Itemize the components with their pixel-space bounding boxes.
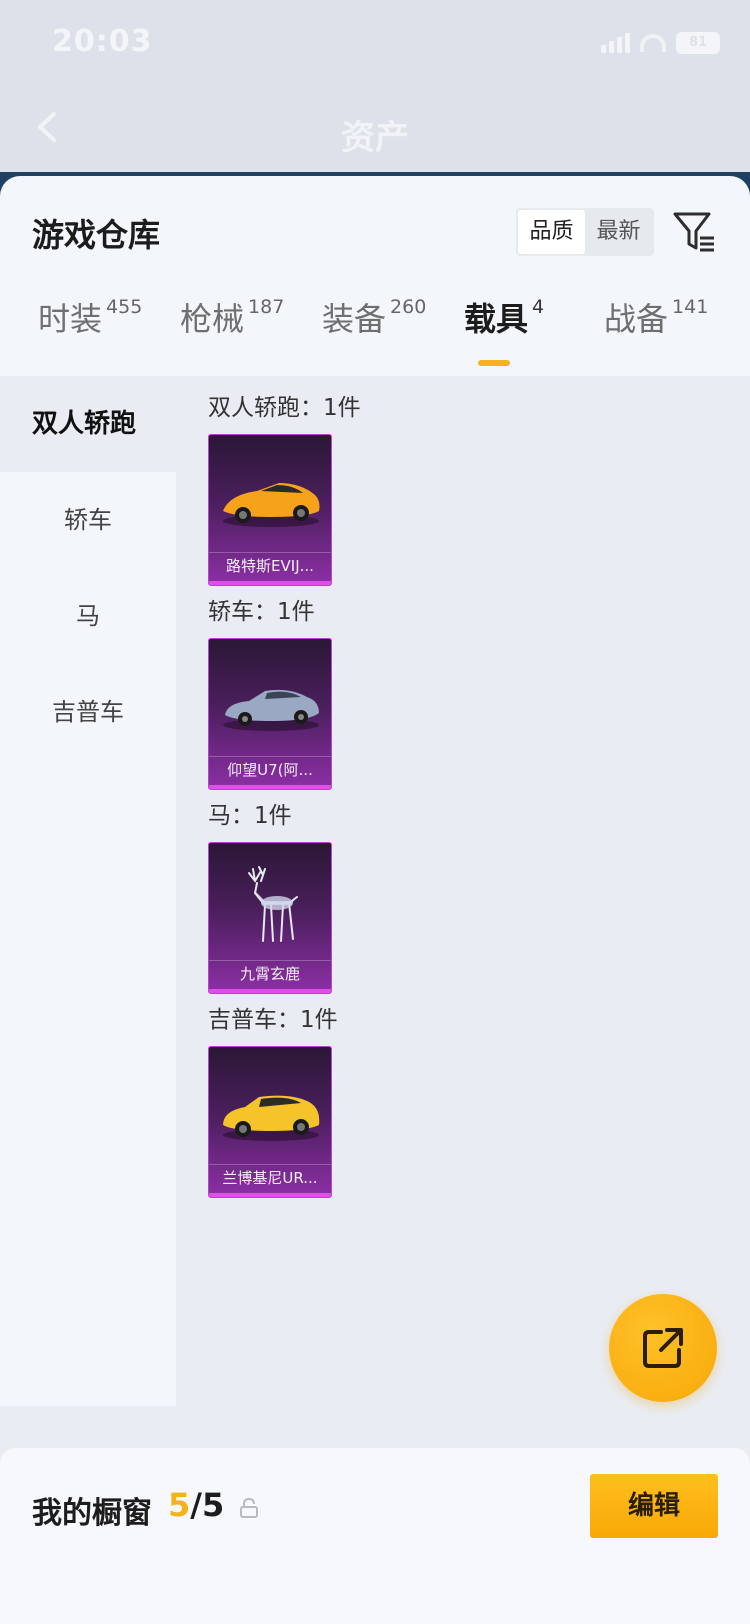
item-card[interactable]: 路特斯EVIJ... <box>208 434 332 586</box>
top-header: 20:03 81 资产 <box>0 0 750 196</box>
tab-count: 455 <box>106 296 143 318</box>
suv-icon <box>223 1095 320 1141</box>
share-icon <box>643 1328 683 1368</box>
sort-toggle: 品质 最新 <box>516 208 654 256</box>
item-card[interactable]: 仰望U7(阿... <box>208 638 332 790</box>
tab-count: 187 <box>248 296 285 318</box>
showcase-total: /5 <box>190 1486 225 1524</box>
share-button[interactable] <box>609 1294 717 1402</box>
sort-option-quality[interactable]: 品质 <box>518 210 585 254</box>
tab-fashion[interactable]: 时装 455 <box>38 294 142 340</box>
tab-vehicles[interactable]: 载具 4 <box>464 294 544 340</box>
crystal-deer-icon <box>248 866 298 942</box>
card-divider <box>209 1164 331 1165</box>
lock-icon <box>240 1498 258 1518</box>
battery-icon: 81 <box>676 32 720 54</box>
sidebar-item-horse[interactable]: 马 <box>0 568 176 664</box>
tab-equipment[interactable]: 装备 260 <box>322 294 426 340</box>
tab-count: 4 <box>532 296 545 318</box>
sedan-car-icon <box>223 689 319 731</box>
filter-icon[interactable] <box>672 210 716 254</box>
tab-label: 枪械 <box>180 300 245 338</box>
page-title: 资产 <box>341 118 409 158</box>
item-name: 兰博基尼UR... <box>222 1169 318 1187</box>
group-coupe: 双人轿跑：1件 路特斯EVIJ... <box>208 390 361 586</box>
sidebar-item-coupe[interactable]: 双人轿跑 <box>0 376 176 472</box>
item-name: 九霄玄鹿 <box>239 965 300 983</box>
sports-car-icon <box>223 483 320 527</box>
tab-label: 战备 <box>604 300 669 338</box>
sidebar-item-sedan[interactable]: 轿车 <box>0 472 176 568</box>
warehouse-title: 游戏仓库 <box>32 216 161 254</box>
signal-icon <box>601 33 630 53</box>
group-header: 双人轿跑：1件 <box>208 395 361 421</box>
tab-label: 时装 <box>38 300 103 338</box>
edit-button[interactable]: 编辑 <box>590 1474 718 1538</box>
card-divider <box>209 552 331 553</box>
sort-option-newest[interactable]: 最新 <box>585 210 652 254</box>
card-divider <box>209 960 331 961</box>
wifi-icon <box>640 34 666 52</box>
group-sedan: 轿车：1件 仰望U7(阿... <box>208 594 332 790</box>
active-tab-indicator <box>478 360 510 366</box>
category-tabs: 时装 455 枪械 187 装备 260 载具 4 战备 141 <box>0 294 750 360</box>
card-divider <box>209 756 331 757</box>
warehouse-sheet: 游戏仓库 品质 最新 时装 455 枪械 187 装备 260 载具 4 战备 … <box>0 176 750 1406</box>
tab-label: 载具 <box>464 300 529 338</box>
tab-label: 装备 <box>322 300 387 338</box>
subcategory-sidebar: 双人轿跑 轿车 马 吉普车 <box>0 376 176 1406</box>
tab-firearms[interactable]: 枪械 187 <box>180 294 284 340</box>
sidebar-item-jeep[interactable]: 吉普车 <box>0 664 176 760</box>
status-time: 20:03 <box>52 24 153 59</box>
item-card[interactable]: 九霄玄鹿 <box>208 842 332 994</box>
group-header: 轿车：1件 <box>208 599 315 625</box>
group-jeep: 吉普车：1件 兰博基尼UR... <box>208 1002 338 1198</box>
group-horse: 马：1件 九霄玄鹿 <box>208 798 332 994</box>
item-card[interactable]: 兰博基尼UR... <box>208 1046 332 1198</box>
showcase-title: 我的橱窗 <box>32 1496 152 1531</box>
group-header: 马：1件 <box>208 803 292 829</box>
showcase-count: 5/5 <box>168 1486 224 1524</box>
tab-count: 260 <box>390 296 427 318</box>
item-name: 路特斯EVIJ... <box>226 557 314 575</box>
tab-count: 141 <box>672 296 709 318</box>
showcase-bar: 我的橱窗 5/5 编辑 <box>0 1448 750 1624</box>
item-name: 仰望U7(阿... <box>227 761 313 779</box>
status-icons: 81 <box>601 32 720 54</box>
showcase-current: 5 <box>168 1486 191 1524</box>
group-header: 吉普车：1件 <box>208 1007 338 1033</box>
tab-war-supplies[interactable]: 战备 141 <box>604 294 708 340</box>
vehicle-list: 双人轿跑：1件 路特斯EVIJ... 轿车：1件 仰望U7(阿... 马：1件 … <box>176 376 750 1406</box>
